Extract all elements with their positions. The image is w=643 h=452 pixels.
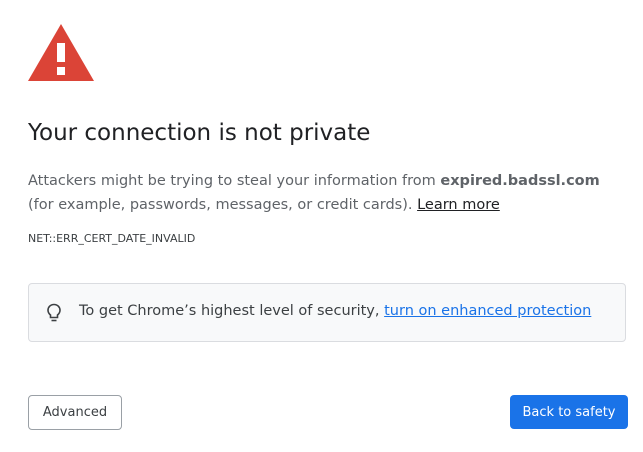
- learn-more-link[interactable]: Learn more: [417, 197, 500, 213]
- tip-message: To get Chrome’s highest level of securit…: [79, 303, 385, 319]
- page-title: Your connection is not private: [28, 120, 371, 146]
- warning-triangle-icon: [28, 24, 94, 81]
- tip-text: To get Chrome’s highest level of securit…: [79, 303, 591, 319]
- description-prefix: Attackers might be trying to steal your …: [28, 173, 441, 189]
- interstitial-page: Your connection is not private Attackers…: [0, 0, 643, 452]
- back-to-safety-button[interactable]: Back to safety: [510, 395, 628, 429]
- lightbulb-icon: [47, 303, 61, 322]
- enhanced-protection-link[interactable]: turn on enhanced protection: [384, 303, 591, 319]
- hostname: expired.badssl.com: [440, 173, 600, 189]
- advanced-button[interactable]: Advanced: [28, 395, 122, 430]
- description: Attackers might be trying to steal your …: [28, 169, 628, 217]
- enhanced-protection-tip: To get Chrome’s highest level of securit…: [28, 283, 626, 342]
- description-suffix: (for example, passwords, messages, or cr…: [28, 197, 418, 213]
- error-code: NET::ERR_CERT_DATE_INVALID: [28, 232, 196, 245]
